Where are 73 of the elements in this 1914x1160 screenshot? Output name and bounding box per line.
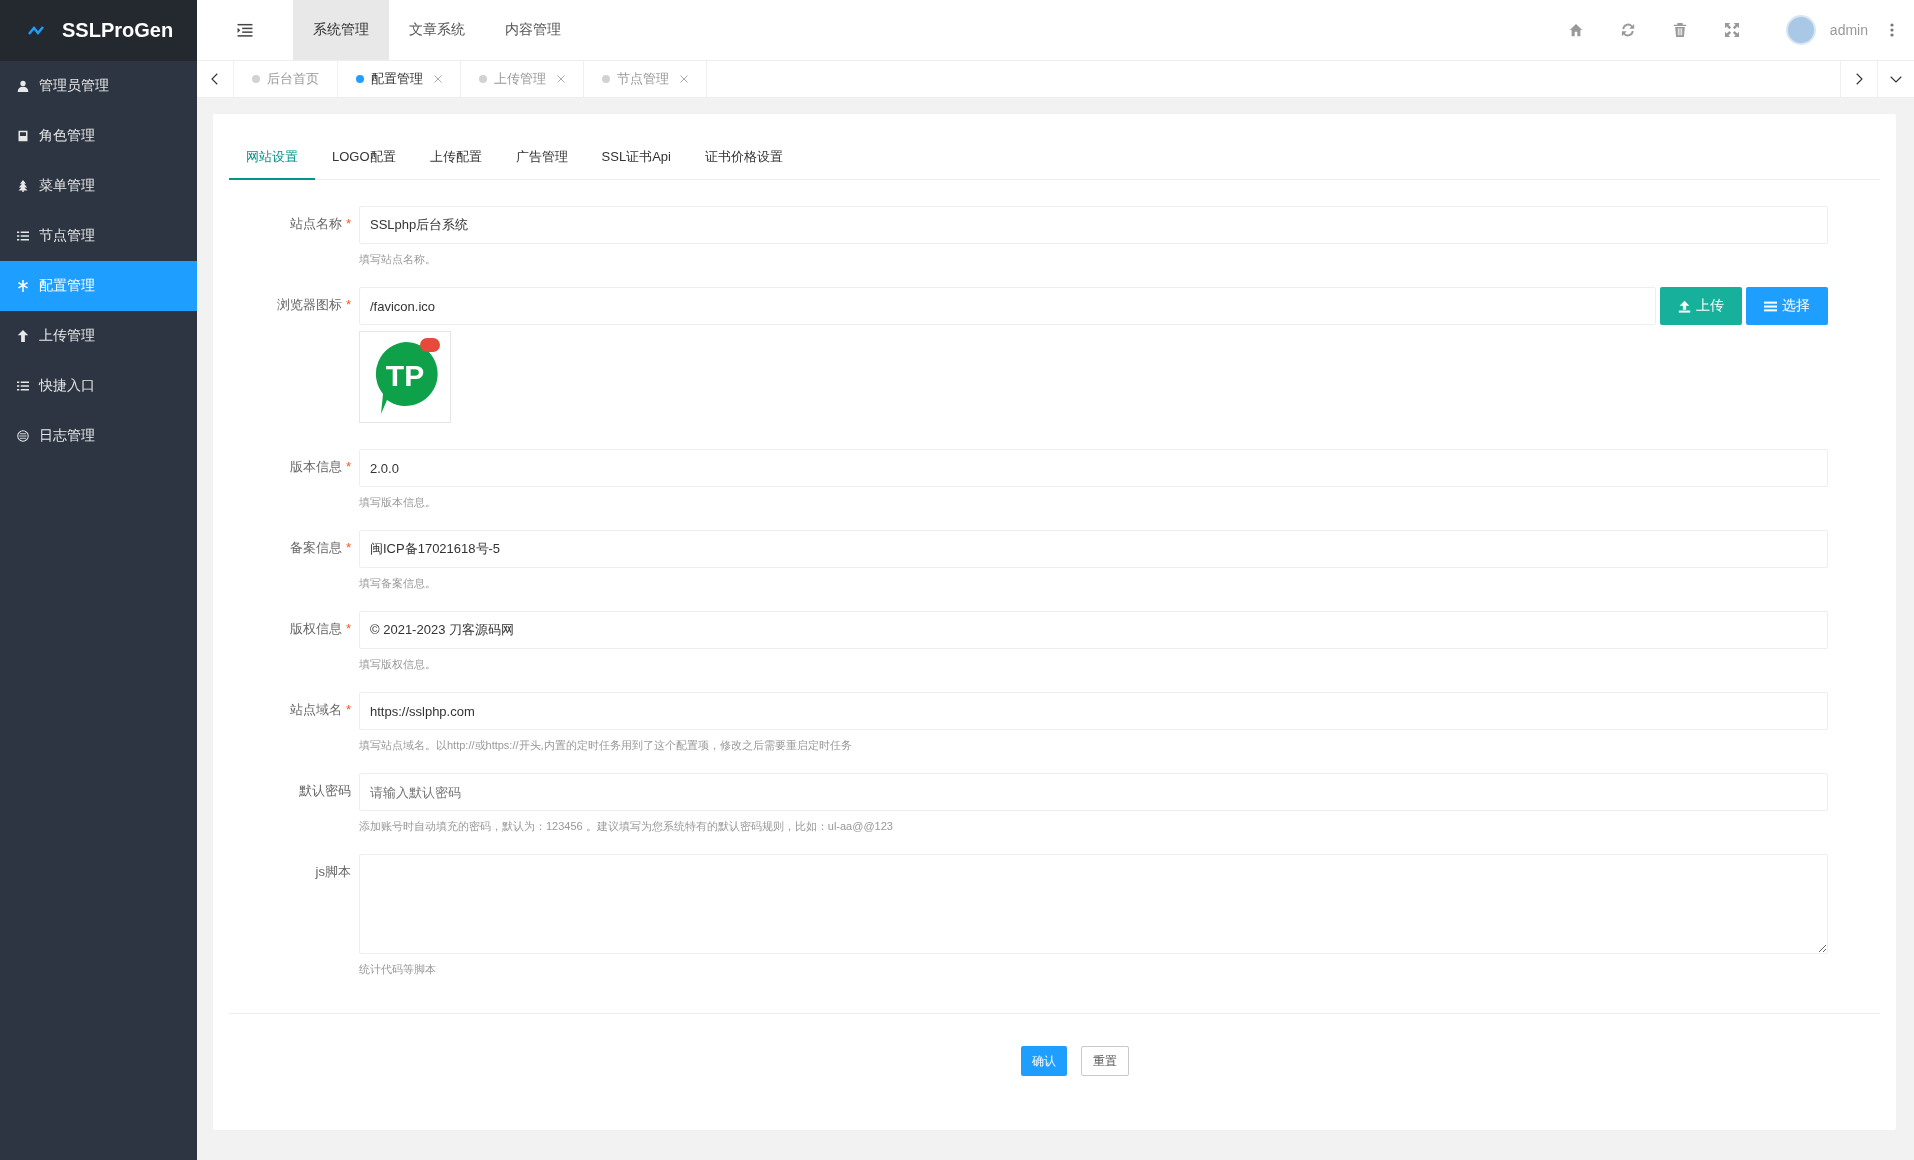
list-icon (1764, 299, 1777, 313)
field-label: 站点域名 * (288, 701, 351, 719)
field-label: 备案信息 * (288, 539, 351, 557)
sidebar-item[interactable]: 角色管理 (0, 111, 197, 161)
required-mark: * (345, 702, 351, 717)
text-area[interactable] (359, 854, 1828, 954)
top-nav-tab[interactable]: 系统管理 (293, 0, 389, 60)
text-field[interactable]: SSLphp后台系统 (359, 206, 1828, 244)
field-hint: 填写备案信息。 (359, 576, 437, 591)
upload-icon (1678, 299, 1691, 313)
field-label: 站点名称 * (288, 215, 351, 233)
text-field[interactable]: 请输入默认密码 (359, 773, 1828, 811)
sidebar-item[interactable]: 快捷入口 (0, 361, 197, 411)
settings-tab[interactable]: 广告管理 (498, 138, 585, 180)
field-hint: 填写版权信息。 (359, 657, 437, 672)
field-label: 版本信息 * (288, 458, 351, 476)
required-mark: * (345, 540, 351, 555)
text-field[interactable]: 闽ICP备17021618号-5 (359, 530, 1828, 568)
id-card-icon (17, 130, 29, 142)
sidebar-item[interactable]: 管理员管理 (0, 61, 197, 111)
menu-icon (237, 23, 253, 37)
user-icon (17, 80, 29, 92)
sidebar-item[interactable]: 上传管理 (0, 311, 197, 361)
avatar[interactable] (1785, 15, 1816, 45)
sidebar-item[interactable]: 日志管理 (0, 411, 197, 461)
remove-image-button[interactable] (420, 338, 440, 352)
home-icon[interactable] (1568, 23, 1583, 37)
asterisk-icon (17, 280, 29, 292)
text-field[interactable]: https://sslphp.com (359, 692, 1828, 730)
field-hint: 填写站点域名。以http://或https://开头,内置的定时任务用到了这个配置项，修改之后需要重启定时任务 (359, 738, 853, 753)
text-field[interactable]: /favicon.ico (359, 287, 1656, 325)
field-label: 浏览器图标 * (275, 296, 351, 314)
top-nav-tab[interactable]: 文章系统 (389, 0, 485, 60)
close-icon[interactable] (434, 75, 442, 83)
status-dot (602, 75, 610, 83)
field-hint: 填写版本信息。 (359, 495, 437, 510)
text-field[interactable]: © 2021-2023 刀客源码网 (359, 611, 1828, 649)
list-icon (17, 230, 29, 242)
settings-tab[interactable]: 上传配置 (412, 138, 499, 180)
text-field[interactable]: 2.0.0 (359, 449, 1828, 487)
field-hint: 填写站点名称。 (359, 252, 437, 267)
refresh-icon[interactable] (1620, 23, 1635, 37)
tree-icon (17, 180, 29, 192)
top-nav-tab[interactable]: 内容管理 (485, 0, 581, 60)
status-dot (479, 75, 487, 83)
settings-tab[interactable]: SSL证书Api (584, 138, 688, 180)
sidebar-item[interactable]: 菜单管理 (0, 161, 197, 211)
arrow-up-icon (17, 330, 29, 342)
close-icon[interactable] (680, 75, 688, 83)
field-label: 版权信息 * (288, 620, 351, 638)
field-hint: 添加账号时自动填充的密码，默认为：123456 。建议填写为您系统特有的默认密码规则，比如：ul-aa@@123 (359, 819, 894, 834)
fullscreen-icon[interactable] (1724, 23, 1739, 37)
field-label: 默认密码 (298, 782, 351, 800)
close-icon[interactable] (557, 75, 565, 83)
globe-icon (17, 430, 29, 442)
settings-tab[interactable]: 证书价格设置 (687, 138, 800, 180)
required-mark: * (345, 621, 351, 636)
required-mark: * (345, 216, 351, 231)
list-icon (17, 380, 29, 392)
page-tab[interactable]: 配置管理 (338, 61, 461, 97)
required-mark: * (345, 459, 351, 474)
required-mark: * (345, 297, 351, 312)
more-icon[interactable] (1890, 23, 1894, 37)
field-hint: 统计代码等脚本 (359, 962, 437, 977)
trash-icon[interactable] (1672, 23, 1687, 37)
sidebar-item[interactable]: 节点管理 (0, 211, 197, 261)
field-label: js脚本 (314, 863, 351, 881)
reset-button[interactable]: 重置 (1080, 1046, 1129, 1076)
app-title: SSLProGen (62, 19, 174, 42)
status-dot (356, 75, 364, 83)
status-dot (252, 75, 260, 83)
settings-tab[interactable]: 网站设置 (229, 138, 315, 180)
settings-tab[interactable]: LOGO配置 (315, 138, 413, 180)
